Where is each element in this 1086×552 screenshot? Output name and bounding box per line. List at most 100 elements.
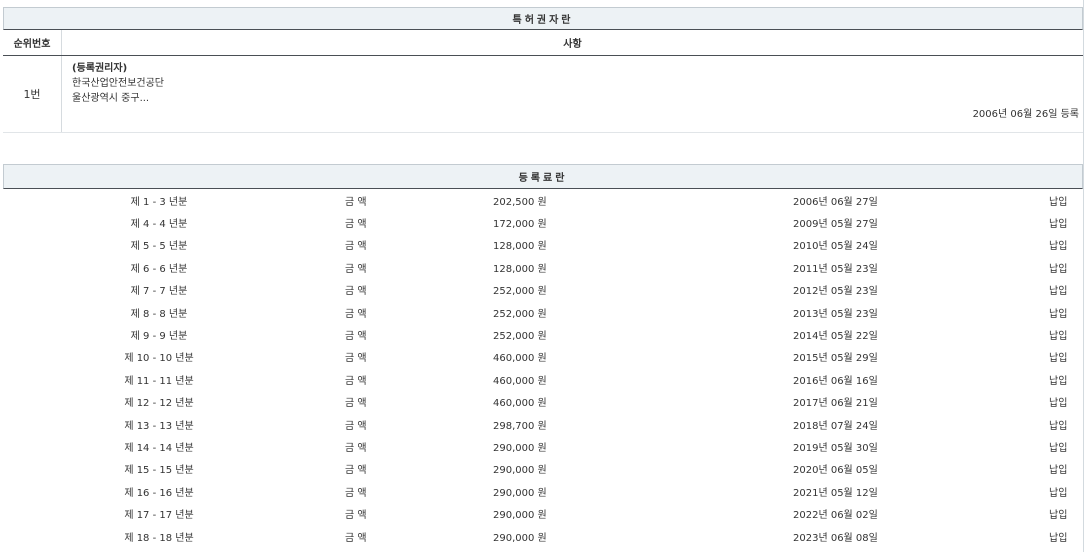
fee-period: 제 11 - 11 년분 [3, 368, 315, 390]
fee-paid-date: 2006년 06월 27일 [793, 189, 1049, 211]
fee-amount-label: 금 액 [315, 256, 493, 278]
fee-amount: 460,000 원 [493, 346, 793, 368]
fee-row: 제 11 - 11 년분금 액460,000 원2016년 06월 16일납입 [3, 368, 1083, 390]
fee-paid-date: 2021년 05월 12일 [793, 480, 1049, 502]
fee-status: 납입 [1049, 211, 1083, 233]
fee-period: 제 18 - 18 년분 [3, 525, 315, 547]
fee-amount-label: 금 액 [315, 480, 493, 502]
column-header-row: 순위번호 사항 [3, 30, 1083, 56]
fee-status: 납입 [1049, 323, 1083, 345]
fee-period: 제 6 - 6 년분 [3, 256, 315, 278]
fee-row: 제 8 - 8 년분금 액252,000 원2013년 05월 23일납입 [3, 301, 1083, 323]
fee-period: 제 10 - 10 년분 [3, 346, 315, 368]
fee-row: 제 17 - 17 년분금 액290,000 원2022년 06월 02일납입 [3, 502, 1083, 524]
fee-status: 납입 [1049, 346, 1083, 368]
fee-period: 제 16 - 16 년분 [3, 480, 315, 502]
fee-amount: 202,500 원 [493, 189, 793, 211]
fee-period: 제 9 - 9 년분 [3, 323, 315, 345]
fee-paid-date: 2018년 07월 24일 [793, 413, 1049, 435]
fee-amount: 290,000 원 [493, 435, 793, 457]
fee-paid-date: 2022년 06월 02일 [793, 502, 1049, 524]
fee-amount-label: 금 액 [315, 346, 493, 368]
fee-amount: 290,000 원 [493, 480, 793, 502]
fee-row: 제 10 - 10 년분금 액460,000 원2015년 05월 29일납입 [3, 346, 1083, 368]
fee-period: 제 8 - 8 년분 [3, 301, 315, 323]
matter-column-header: 사항 [62, 30, 1083, 55]
fee-period: 제 1 - 3 년분 [3, 189, 315, 211]
fee-status: 납입 [1049, 435, 1083, 457]
fee-paid-date: 2011년 05월 23일 [793, 256, 1049, 278]
fee-row: 제 12 - 12 년분금 액460,000 원2017년 06월 21일납입 [3, 391, 1083, 413]
fee-amount-label: 금 액 [315, 323, 493, 345]
fee-paid-date: 2023년 06월 08일 [793, 525, 1049, 547]
fee-amount: 128,000 원 [493, 234, 793, 256]
fee-status: 납입 [1049, 368, 1083, 390]
fee-status: 납입 [1049, 391, 1083, 413]
fee-status: 납입 [1049, 413, 1083, 435]
fee-paid-date: 2010년 05월 24일 [793, 234, 1049, 256]
fee-status: 납입 [1049, 234, 1083, 256]
rank-cell: 1번 [3, 56, 62, 132]
holder-address: 울산광역시 중구... [72, 91, 1083, 106]
fee-row: 제 9 - 9 년분금 액252,000 원2014년 05월 22일납입 [3, 323, 1083, 345]
fee-period: 제 5 - 5 년분 [3, 234, 315, 256]
fee-row: 제 18 - 18 년분금 액290,000 원2023년 06월 08일납입 [3, 525, 1083, 547]
fee-paid-date: 2015년 05월 29일 [793, 346, 1049, 368]
fee-paid-date: 2009년 05월 27일 [793, 211, 1049, 233]
fee-amount: 460,000 원 [493, 368, 793, 390]
fee-period: 제 13 - 13 년분 [3, 413, 315, 435]
fee-status: 납입 [1049, 525, 1083, 547]
fee-paid-date: 2013년 05월 23일 [793, 301, 1049, 323]
fee-paid-date: 2019년 05월 30일 [793, 435, 1049, 457]
fee-amount: 290,000 원 [493, 502, 793, 524]
fee-amount: 252,000 원 [493, 323, 793, 345]
fee-amount: 172,000 원 [493, 211, 793, 233]
right-divider [1083, 0, 1084, 552]
fee-amount-label: 금 액 [315, 525, 493, 547]
fee-row: 제 5 - 5 년분금 액128,000 원2010년 05월 24일납입 [3, 234, 1083, 256]
fee-amount: 252,000 원 [493, 301, 793, 323]
fee-paid-date: 2017년 06월 21일 [793, 391, 1049, 413]
fee-amount-label: 금 액 [315, 458, 493, 480]
fee-status: 납입 [1049, 189, 1083, 211]
fee-amount-label: 금 액 [315, 413, 493, 435]
fee-amount-label: 금 액 [315, 502, 493, 524]
fee-paid-date: 2016년 06월 16일 [793, 368, 1049, 390]
fee-amount-label: 금 액 [315, 435, 493, 457]
registration-date: 2006년 06월 26일 등록 [973, 105, 1079, 120]
holder-name: 한국산업안전보건공단 [72, 76, 1083, 91]
fee-amount-label: 금 액 [315, 234, 493, 256]
fee-row: 제 6 - 6 년분금 액128,000 원2011년 05월 23일납입 [3, 256, 1083, 278]
fee-row: 제 7 - 7 년분금 액252,000 원2012년 05월 23일납입 [3, 279, 1083, 301]
fee-amount-label: 금 액 [315, 368, 493, 390]
fee-paid-date: 2012년 05월 23일 [793, 279, 1049, 301]
fee-period: 제 4 - 4 년분 [3, 211, 315, 233]
fee-status: 납입 [1049, 279, 1083, 301]
fee-row: 제 4 - 4 년분금 액172,000 원2009년 05월 27일납입 [3, 211, 1083, 233]
fee-amount-label: 금 액 [315, 301, 493, 323]
section-title: 등록료란 [3, 164, 1083, 189]
fee-period: 제 12 - 12 년분 [3, 391, 315, 413]
fee-row: 제 15 - 15 년분금 액290,000 원2020년 06월 05일납입 [3, 458, 1083, 480]
fee-amount: 290,000 원 [493, 458, 793, 480]
fee-period: 제 15 - 15 년분 [3, 458, 315, 480]
fee-status: 납입 [1049, 480, 1083, 502]
fee-status: 납입 [1049, 458, 1083, 480]
matter-cell: (등록권리자) 한국산업안전보건공단 울산광역시 중구... 2006년 06월… [62, 56, 1083, 132]
fee-amount-label: 금 액 [315, 391, 493, 413]
fee-row: 제 14 - 14 년분금 액290,000 원2019년 05월 30일납입 [3, 435, 1083, 457]
fee-amount: 128,000 원 [493, 256, 793, 278]
patent-holder-section: 특허권자란 순위번호 사항 1번 (등록권리자) 한국산업안전보건공단 울산광역… [3, 7, 1083, 134]
fee-period: 제 17 - 17 년분 [3, 502, 315, 524]
fee-status: 납입 [1049, 256, 1083, 278]
fee-status: 납입 [1049, 502, 1083, 524]
rank-column-header: 순위번호 [3, 30, 62, 55]
fee-row: 제 13 - 13 년분금 액298,700 원2018년 07월 24일납입 [3, 413, 1083, 435]
fee-period: 제 14 - 14 년분 [3, 435, 315, 457]
fee-amount: 298,700 원 [493, 413, 793, 435]
holder-kind: (등록권리자) [72, 61, 1083, 76]
section-title: 특허권자란 [3, 7, 1083, 30]
fee-amount: 460,000 원 [493, 391, 793, 413]
fee-paid-date: 2020년 06월 05일 [793, 458, 1049, 480]
fee-paid-date: 2014년 05월 22일 [793, 323, 1049, 345]
